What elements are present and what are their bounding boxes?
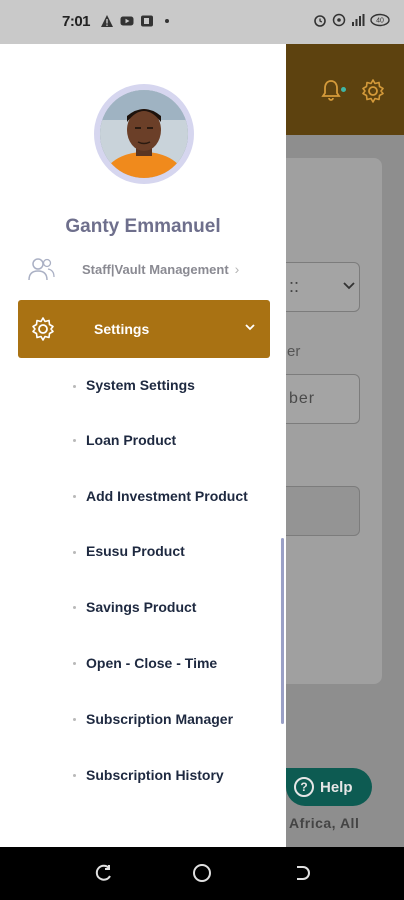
navigation-drawer: Ganty Emmanuel Staff|Vault Management › … <box>0 44 286 847</box>
submenu-item-system-settings[interactable]: System Settings <box>0 358 286 412</box>
submenu-item-esusu-product[interactable]: Esusu Product <box>0 524 286 580</box>
dropdown-value: :: <box>289 276 300 296</box>
submenu-item-savings-product[interactable]: Savings Product <box>0 579 286 635</box>
question-icon: ? <box>294 777 314 797</box>
notification-bell-icon[interactable] <box>320 78 342 102</box>
status-right-icons: 40 <box>313 13 390 27</box>
home-icon[interactable] <box>192 863 212 883</box>
chevron-down-icon <box>245 324 255 331</box>
youtube-icon <box>120 16 134 26</box>
chevron-down-icon <box>343 282 355 290</box>
avatar-photo <box>100 90 188 178</box>
submenu-item-add-investment-product[interactable]: Add Investment Product <box>0 468 286 524</box>
avatar-ring <box>94 84 194 184</box>
submenu-item-loan-product[interactable]: Loan Product <box>0 412 286 468</box>
user-name: Ganty Emmanuel <box>65 216 221 237</box>
chevron-right-icon: › <box>234 261 240 277</box>
signal-icon <box>352 14 365 26</box>
footer-text: Africa, All <box>289 815 360 831</box>
status-bar: 7:01 40 <box>0 0 404 44</box>
notification-dot <box>341 87 346 92</box>
hotspot-icon <box>332 13 346 27</box>
staff-vault-label: Staff|Vault Management <box>82 261 229 277</box>
status-time: 7:01 <box>62 13 91 30</box>
submenu-item-open-close-time[interactable]: Open - Close - Time <box>0 635 286 691</box>
status-left-icons <box>100 14 174 28</box>
scrollbar-thumb[interactable] <box>281 538 284 724</box>
users-icon <box>28 258 55 281</box>
input-placeholder: ber <box>289 390 316 407</box>
menu-item-settings[interactable]: Settings <box>18 300 270 358</box>
settings-gear-icon <box>32 317 54 341</box>
submenu-item-subscription-manager[interactable]: Subscription Manager <box>0 691 286 747</box>
field-label: er <box>287 343 301 360</box>
back-icon[interactable] <box>292 863 312 883</box>
gear-icon[interactable] <box>360 78 386 104</box>
menu-item-staff-vault[interactable]: Staff|Vault Management › <box>26 254 276 284</box>
recent-apps-icon[interactable] <box>94 863 114 883</box>
battery-level: 40 <box>376 18 384 25</box>
office-icon <box>141 15 153 27</box>
help-label: Help <box>320 778 353 796</box>
submenu-item-subscription-history[interactable]: Subscription History <box>0 747 286 803</box>
alarm-icon <box>314 15 326 27</box>
battery-icon: 40 <box>370 13 390 27</box>
warning-icon <box>101 15 113 27</box>
settings-submenu: System Settings Loan Product Add Investm… <box>0 358 286 803</box>
help-button[interactable]: ? Help <box>286 768 372 806</box>
dot-icon <box>165 19 169 23</box>
settings-label: Settings <box>94 321 150 337</box>
system-nav-bar <box>0 847 404 900</box>
avatar[interactable] <box>100 90 188 178</box>
